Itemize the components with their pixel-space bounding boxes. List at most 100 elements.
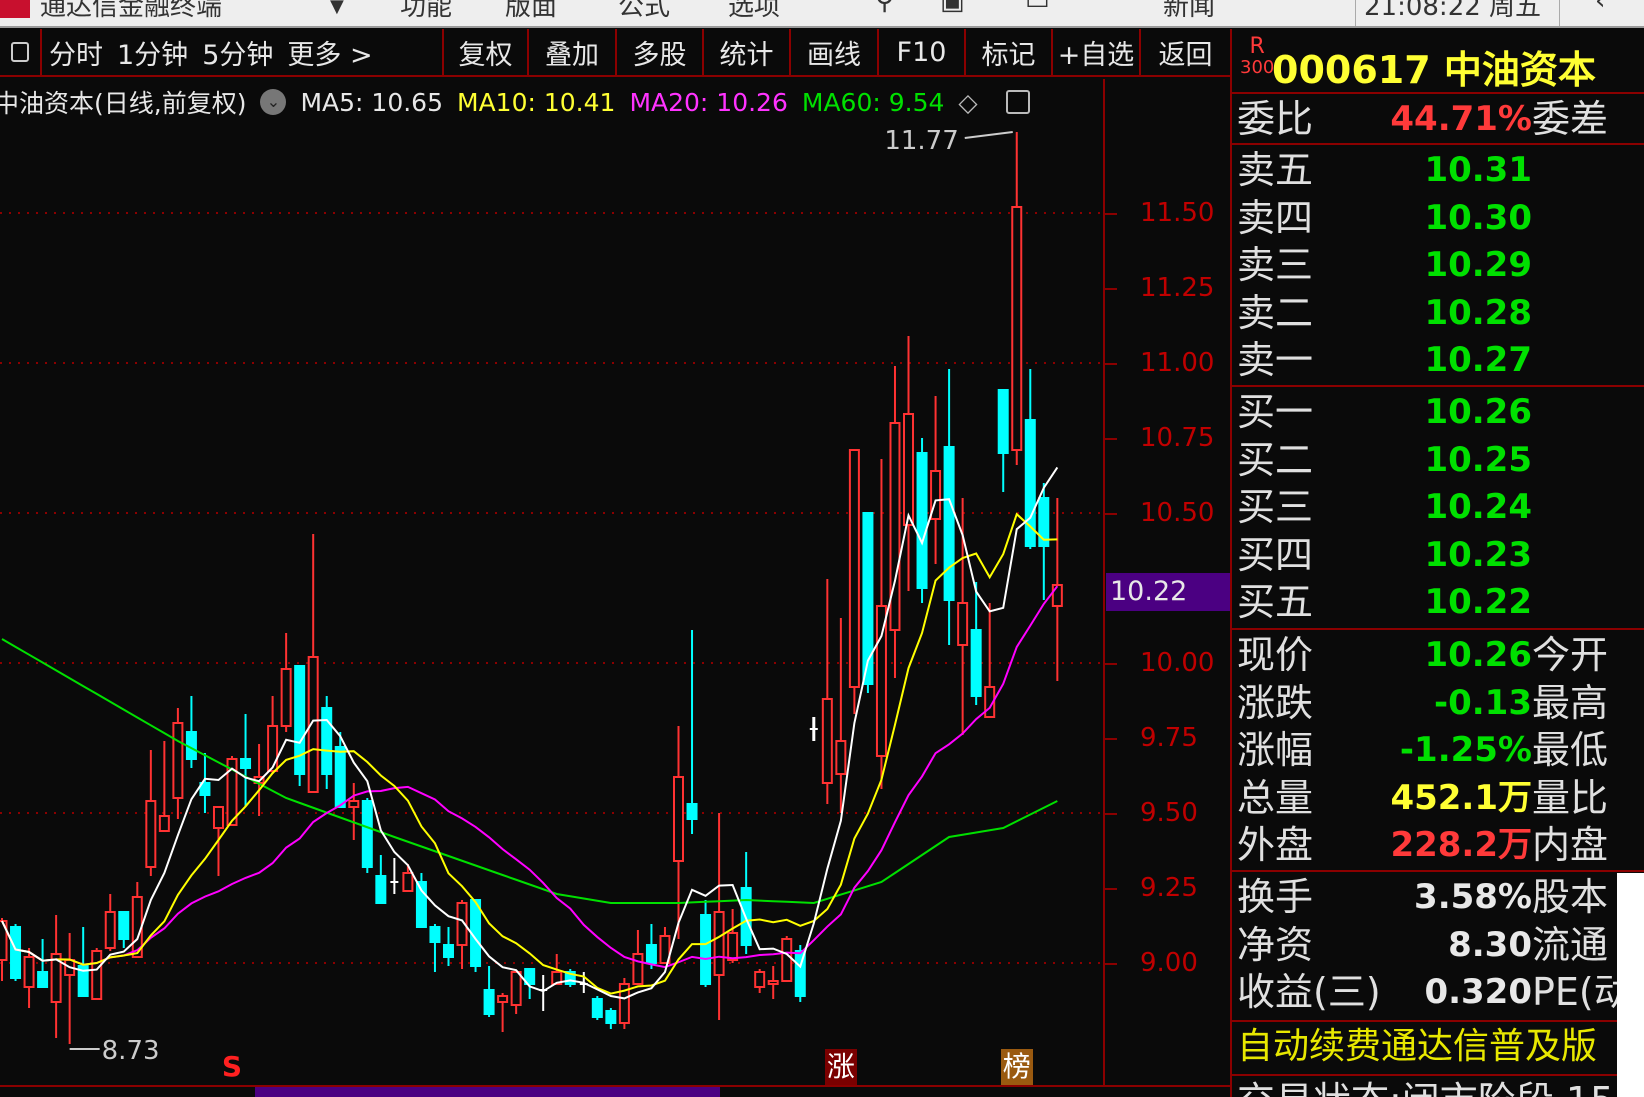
candle xyxy=(930,396,942,564)
stats-row: 涨跌 -0.13 最高 xyxy=(1232,680,1644,726)
row-label-secondary: 最低 xyxy=(1532,728,1609,772)
candle xyxy=(1011,132,1023,465)
candle xyxy=(77,927,89,997)
chart-title: 中油资本(日线,前复权) xyxy=(0,89,247,118)
candle-body xyxy=(118,911,130,940)
legend-dropdown-icon[interactable]: ⌄ xyxy=(260,89,287,115)
row-label: 卖五 xyxy=(1237,148,1314,192)
candle xyxy=(23,948,35,1008)
chart-legend: 中油资本(日线,前复权) ⌄ MA5: 10.65 MA10: 10.41 MA… xyxy=(0,85,1044,119)
candle-body xyxy=(632,953,644,985)
row-value: 10.27 xyxy=(1424,340,1532,380)
collapse-icon[interactable]: ‹ xyxy=(1595,0,1605,16)
candle xyxy=(618,978,630,1029)
candle xyxy=(442,927,454,966)
axis-label: 10.75 xyxy=(1140,423,1215,453)
candle-body xyxy=(348,800,360,808)
candle-body xyxy=(497,995,509,1003)
row-label: 卖二 xyxy=(1237,290,1314,335)
row-label-secondary: 量比 xyxy=(1532,775,1609,820)
bids-row: 买二 10.25 xyxy=(1232,437,1644,483)
candle-body xyxy=(943,446,955,601)
ma20-line xyxy=(1,585,1059,969)
candle xyxy=(1024,369,1036,549)
asks-row: 卖四 10.30 xyxy=(1232,195,1644,241)
row-label: 买四 xyxy=(1237,532,1314,577)
asks-row: 卖三 10.29 xyxy=(1232,242,1644,288)
row-label: 卖三 xyxy=(1237,243,1314,287)
row-value: 10.31 xyxy=(1424,150,1532,190)
badge-bottom: 300 xyxy=(1240,57,1275,78)
rating-badge: R 300 xyxy=(1240,36,1275,78)
axis-tick xyxy=(1105,288,1117,290)
candle-body xyxy=(997,389,1009,454)
candle xyxy=(809,717,818,741)
row-label-secondary: 今开 xyxy=(1532,633,1609,677)
candle xyxy=(645,924,657,969)
candle-body xyxy=(294,665,306,775)
quote-panel: R 300 000617 中油资本 委比 44.71% 委差 卖五 10.31 卖四… xyxy=(1232,29,1644,1097)
candle-body xyxy=(429,926,441,943)
bids-row: 买四 10.23 xyxy=(1232,532,1644,578)
candle xyxy=(321,696,333,789)
kline-chart[interactable]: 11.77 8.73 xyxy=(0,0,1232,1097)
ticker-banner[interactable]: 自动续费通达信普及版 xyxy=(1232,1024,1644,1070)
weibi-value: 44.71% xyxy=(1390,99,1532,139)
axis-tick xyxy=(1105,813,1117,815)
row-value: 228.2万 xyxy=(1390,825,1532,865)
high-annotation: 11.77 xyxy=(884,126,1013,156)
candle-body xyxy=(862,512,874,685)
ticker-text: 自动续费通达信普及版 xyxy=(1237,1026,1598,1067)
chart-marker[interactable]: 榜 xyxy=(1000,1049,1033,1085)
ma60-line xyxy=(1,638,1058,905)
candle-body xyxy=(375,875,387,904)
row-label: 换手 xyxy=(1237,875,1314,919)
row-value: 10.28 xyxy=(1424,292,1532,333)
candle-body xyxy=(713,911,725,976)
candle-body xyxy=(727,932,739,961)
row-value: 452.1万 xyxy=(1390,777,1532,818)
row-label-secondary: 内盘 xyxy=(1532,823,1609,867)
row-label: 涨跌 xyxy=(1237,680,1314,725)
ma20-value: MA20: 10.26 xyxy=(629,87,788,117)
candle xyxy=(456,900,468,969)
chart-marker[interactable]: S xyxy=(216,1049,248,1085)
diamond-icon[interactable]: ◇ xyxy=(958,88,977,117)
candle-body xyxy=(848,449,860,688)
candle xyxy=(754,969,766,993)
axis-tick xyxy=(1105,738,1117,740)
candle xyxy=(848,449,860,714)
candle xyxy=(497,993,509,1032)
candle-body xyxy=(91,950,103,1000)
row-label: 买一 xyxy=(1237,390,1314,434)
candle-body xyxy=(875,605,887,757)
candle-body xyxy=(10,926,22,979)
candle xyxy=(64,933,76,1044)
candle-body xyxy=(903,413,915,526)
row-value: 10.26 xyxy=(1424,392,1532,432)
candle xyxy=(390,858,399,894)
candle-body xyxy=(821,698,833,784)
row-value: 10.25 xyxy=(1424,439,1532,480)
candle xyxy=(539,975,548,1011)
stock-code-name: 000617 中油资本 xyxy=(1272,48,1596,92)
candle xyxy=(91,948,103,1000)
bids-row: 买五 10.22 xyxy=(1232,579,1644,625)
chart-marker[interactable]: 涨 xyxy=(824,1049,857,1085)
clock: 21:08:22 周五 xyxy=(1364,0,1542,22)
plot-area: 11.77 8.73 xyxy=(0,126,1063,1066)
fund-row: 换手 3.58% 股本 xyxy=(1232,874,1644,920)
axis-label: 11.50 xyxy=(1140,198,1215,228)
axis-label: 9.75 xyxy=(1140,723,1198,753)
candle xyxy=(10,924,22,981)
panel-toggle-icon[interactable] xyxy=(1005,90,1030,114)
candle-body xyxy=(212,806,224,829)
axis-tick xyxy=(1105,963,1117,965)
candle-body xyxy=(37,971,49,988)
candle-body xyxy=(1051,584,1063,607)
candle xyxy=(713,813,725,1020)
candle xyxy=(997,389,1009,492)
ma10-value: MA10: 10.41 xyxy=(457,87,616,117)
candle-body xyxy=(970,629,982,697)
candle xyxy=(673,726,684,939)
